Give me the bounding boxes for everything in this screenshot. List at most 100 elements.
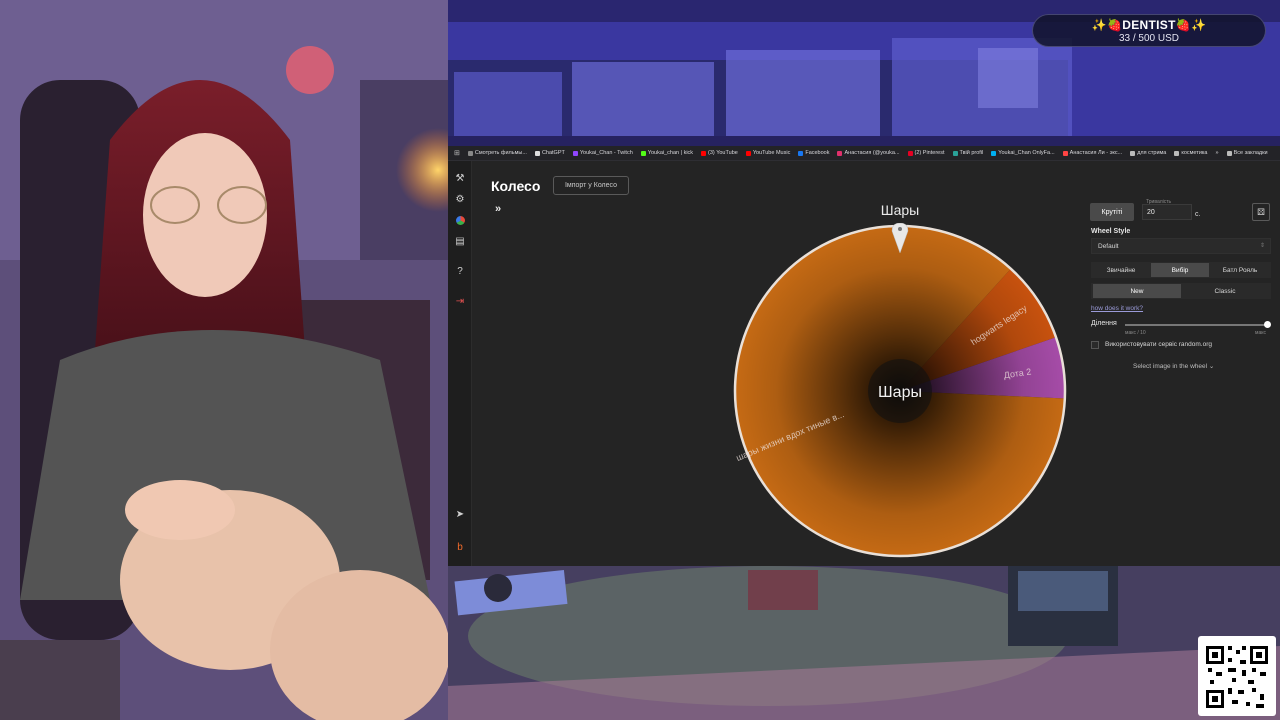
bookmark-label: для стрима: [1137, 150, 1167, 156]
goal-amount: 33 / 500 USD: [1118, 33, 1180, 44]
bookmark-icon: [837, 150, 843, 156]
hammer-icon[interactable]: ⚒: [454, 172, 466, 184]
bookmark-item[interactable]: ChatGPT: [534, 150, 565, 156]
bookmarks-bar: ⊞ Смотреть фильмы... ChatGPT Youkai_Chan -…: [448, 146, 1280, 161]
bookmark-label: ChatGPT: [541, 150, 565, 156]
chevron-updown-icon: ⇕: [1259, 243, 1265, 249]
slider-max-label: макс: [1255, 330, 1266, 336]
bookmark-label: Youkai_chan | kick: [647, 150, 694, 156]
bookmark-icon: [991, 150, 997, 156]
more-bookmarks-icon[interactable]: »: [1216, 150, 1219, 156]
app-sidebar: ⚒ ⚙ ▤ ? ⇥ ➤ b: [448, 161, 472, 566]
bookmark-icon: [952, 150, 958, 156]
wheel[interactable]: hogwarts legacyДота 2шары жизни вдох тин…: [732, 223, 1068, 559]
wheel-app-window: ⚒ ⚙ ▤ ? ⇥ ➤ b Колесо Імпорт у Колесо » Ш…: [448, 161, 1280, 566]
bookmark-label: Youkai_Chan OnlyFa...: [998, 150, 1055, 156]
bookmark-item[interactable]: (2) Pinterest: [907, 150, 945, 156]
wheel-style-select[interactable]: Default ⇕: [1091, 238, 1271, 254]
bookmark-item[interactable]: Твій profil: [952, 150, 984, 156]
mode-battle-royale[interactable]: Батл Рояль: [1209, 263, 1271, 277]
division-slider[interactable]: [1125, 324, 1268, 326]
qr-code: [1198, 636, 1276, 716]
bookmark-item[interactable]: Смотреть фильмы...: [467, 150, 527, 156]
bookmark-icon: [1062, 150, 1068, 156]
winner-label: Шары: [880, 202, 920, 218]
random-org-checkbox[interactable]: [1091, 341, 1099, 349]
dice-icon[interactable]: ⚄: [1252, 203, 1270, 221]
bookmark-icon: [907, 150, 913, 156]
apps-icon[interactable]: ⊞: [454, 149, 460, 157]
page-title: Колесо: [491, 178, 541, 194]
bookmark-item[interactable]: для стрима: [1130, 150, 1166, 156]
bookmark-label: Твій profil: [959, 150, 984, 156]
wheel-style-label: Wheel Style: [1091, 228, 1131, 235]
bookmark-icon: [1174, 150, 1180, 156]
pie-chart-icon[interactable]: [454, 214, 466, 226]
bookmark-icon: [1226, 150, 1232, 156]
variant-classic[interactable]: Classic: [1181, 284, 1269, 298]
bookmark-label: Facebook: [805, 150, 830, 156]
bookmark-label: Анастасия Ли - экс...: [1069, 150, 1123, 156]
bookmark-item[interactable]: Все закладки: [1226, 150, 1268, 156]
pointer-dot: [898, 227, 902, 231]
how-it-works-link[interactable]: how does it work?: [1091, 305, 1143, 312]
bookmark-label: Смотреть фильмы...: [474, 150, 527, 156]
wheel-center-label: Шары: [878, 384, 922, 401]
webcam-illustration: [0, 0, 448, 720]
spin-button[interactable]: Крутіті: [1090, 203, 1134, 221]
bookmark-item[interactable]: Youkai_Chan - Twitch: [572, 150, 633, 156]
duration-unit: с.: [1195, 211, 1201, 218]
bookmark-item[interactable]: Youkai_Chan OnlyFa...: [991, 150, 1055, 156]
donation-goal: ✨🍓DENTIST🍓✨ 33 / 500 USD: [1032, 14, 1266, 47]
brand-icon[interactable]: b: [454, 541, 466, 553]
bookmark-item[interactable]: YouTube Music: [745, 150, 791, 156]
stream-layout: ✨🍓DENTIST🍓✨ 33 / 500 USD ⊞ Смотреть филь…: [0, 0, 1280, 720]
background-scene-bottom: [448, 566, 1280, 720]
random-org-label: Використовувати сервіс random.org: [1105, 341, 1213, 348]
select-image-label: Select image in the wheel: [1133, 363, 1208, 370]
bookmark-item[interactable]: (3) YouTube: [701, 150, 738, 156]
bookmark-label: (2) Pinterest: [914, 150, 945, 156]
slider-min-label: макс / 10: [1125, 330, 1146, 336]
division-slider-thumb[interactable]: [1264, 321, 1271, 328]
bookmark-icon: [572, 150, 578, 156]
bookmark-label: Анастасия (@youka...: [844, 150, 900, 156]
bookmark-item[interactable]: Анастасия Ли - экс...: [1062, 150, 1123, 156]
bookmark-icon: [1130, 150, 1136, 156]
bookmark-icon: [640, 150, 646, 156]
bookmark-item[interactable]: Youkai_chan | kick: [640, 150, 694, 156]
bookmark-item[interactable]: Facebook: [798, 150, 829, 156]
qr-pattern: [1204, 636, 1270, 710]
mode-selection[interactable]: Вибір: [1151, 263, 1209, 277]
bookmark-icon: [701, 150, 707, 156]
expand-icon[interactable]: »: [495, 203, 501, 215]
duration-input[interactable]: 20: [1142, 204, 1192, 220]
mode-normal[interactable]: Звичайне: [1091, 263, 1151, 277]
bookmark-label: косметика: [1181, 150, 1208, 156]
clipboard-icon[interactable]: ▤: [454, 235, 466, 247]
bookmark-icon: [467, 150, 473, 156]
room-scene: [448, 566, 1280, 720]
logout-icon[interactable]: ⇥: [454, 295, 466, 307]
bookmark-label: YouTube Music: [752, 150, 791, 156]
import-button[interactable]: Імпорт у Колесо: [553, 176, 629, 195]
variant-new[interactable]: New: [1093, 284, 1181, 298]
bookmark-icon: [534, 150, 540, 156]
division-label: Ділення: [1091, 320, 1117, 327]
mode-selector: Звичайне Вибір Батл Рояль: [1091, 262, 1271, 278]
goal-title: ✨🍓DENTIST🍓✨: [1091, 18, 1207, 32]
bookmark-label: Youkai_Chan - Twitch: [579, 150, 633, 156]
bookmark-icon: [745, 150, 751, 156]
bookmark-icon: [798, 150, 804, 156]
wheel-style-value: Default: [1098, 242, 1119, 250]
bookmark-label: (3) YouTube: [708, 150, 738, 156]
bookmark-item[interactable]: Анастасия (@youka...: [837, 150, 900, 156]
telegram-icon[interactable]: ➤: [454, 508, 466, 520]
bookmark-item[interactable]: косметика: [1174, 150, 1208, 156]
variant-selector: New Classic: [1091, 283, 1271, 299]
chevron-down-icon: ⌄: [1208, 363, 1215, 370]
bookmark-label: Все закладки: [1233, 150, 1268, 156]
help-icon[interactable]: ?: [454, 265, 466, 277]
select-image-dropdown[interactable]: Select image in the wheel ⌄: [1133, 362, 1214, 370]
gear-icon[interactable]: ⚙: [454, 193, 466, 205]
